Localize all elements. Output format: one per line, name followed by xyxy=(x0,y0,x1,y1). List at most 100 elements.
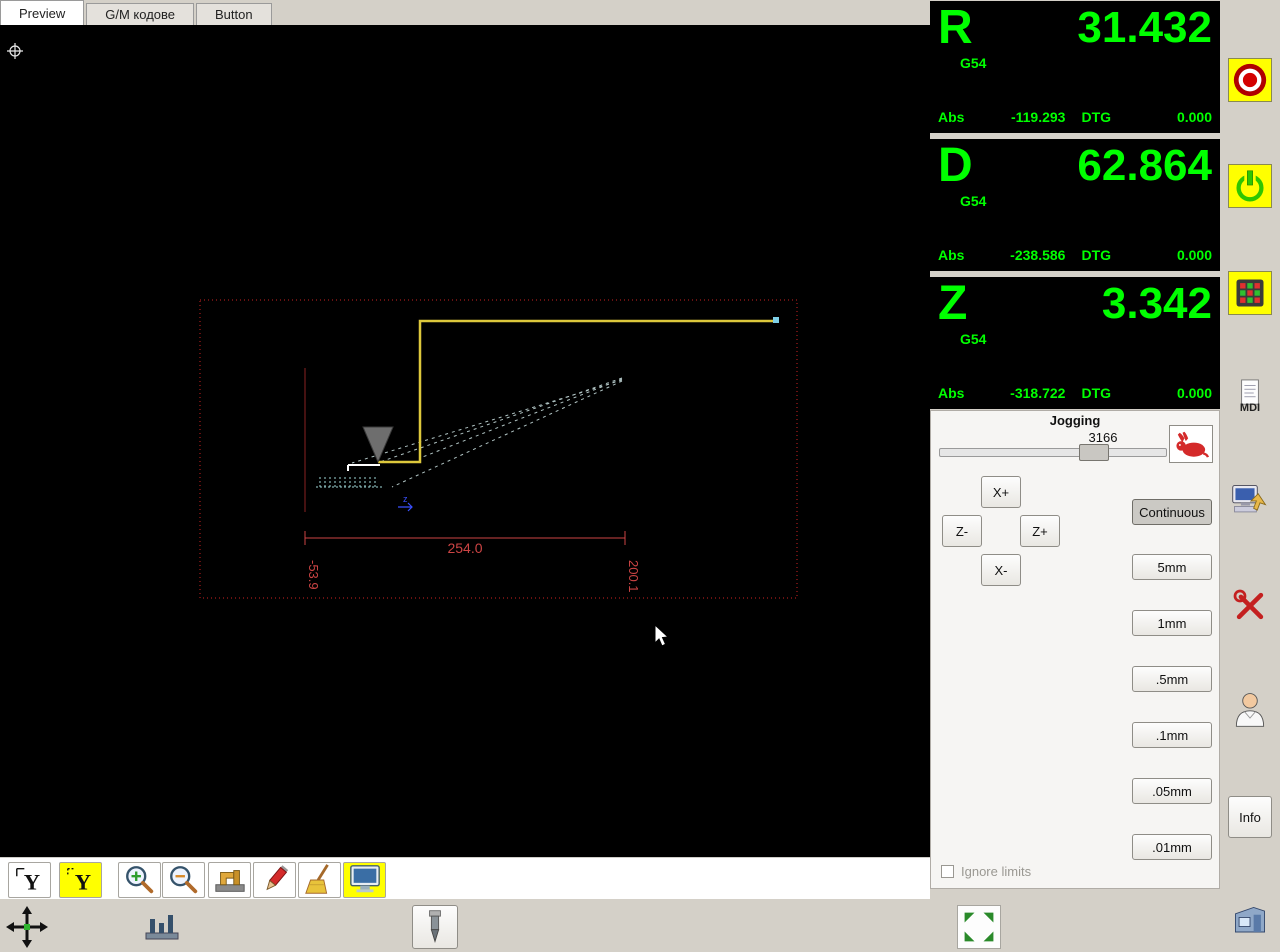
rabbit-icon xyxy=(1176,431,1210,458)
dimension-width-label: 254.0 xyxy=(447,540,482,556)
estop-icon xyxy=(1233,63,1267,97)
origin-crosshair-icon xyxy=(7,43,23,59)
zoom-out-icon xyxy=(169,866,197,894)
dim-y-active-icon: Y xyxy=(66,867,91,894)
fullscreen-button[interactable] xyxy=(957,905,1001,949)
mouse-cursor-icon xyxy=(654,623,670,647)
preview-toolbar: Y Y xyxy=(0,857,930,899)
dro-dtg-label: DTG xyxy=(1081,109,1112,125)
dimension-right-label: 200.1 xyxy=(626,560,641,593)
preview-canvas[interactable]: z 254.0 -53.9 200.1 xyxy=(0,25,930,857)
keypad-button[interactable] xyxy=(1228,271,1272,315)
info-button[interactable]: Info xyxy=(1228,796,1272,838)
ignore-limits-checkbox[interactable] xyxy=(941,865,954,878)
jog-speed-slider-handle[interactable] xyxy=(1079,444,1109,461)
mdi-label: MDI xyxy=(1239,401,1261,414)
tool-table-button[interactable] xyxy=(140,905,184,949)
jog-x-minus-button[interactable]: X- xyxy=(981,554,1021,586)
machine-power-button[interactable] xyxy=(1228,164,1272,208)
increment-05mm-button[interactable]: .5mm xyxy=(1132,666,1212,692)
tab-preview[interactable]: Preview xyxy=(0,0,85,25)
dro-dtg-value: 0.000 xyxy=(1176,109,1213,125)
svg-text:z: z xyxy=(403,494,408,504)
machine-view-button[interactable] xyxy=(1228,900,1272,944)
power-icon xyxy=(1236,170,1264,202)
increment-001mm-button[interactable]: .01mm xyxy=(1132,834,1212,860)
tool-pins-icon xyxy=(145,915,179,940)
dim-y-icon: Y xyxy=(15,867,40,894)
dro-abs-label: Abs xyxy=(938,247,965,263)
dro-axis-z: Z 3.342 G54 Abs -318.722 DTG 0.000 xyxy=(930,277,1220,409)
increment-005mm-button[interactable]: .05mm xyxy=(1132,778,1212,804)
spindle-tool-button[interactable] xyxy=(412,905,458,949)
touchscreen-icon xyxy=(1232,485,1267,513)
zoom-out-button[interactable] xyxy=(162,862,205,898)
jog-z-plus-button[interactable]: Z+ xyxy=(1020,515,1060,547)
machine-settings-button[interactable] xyxy=(1228,479,1272,523)
dimension-toggle-active-button[interactable]: Y xyxy=(59,862,102,898)
thread-hatch xyxy=(316,477,382,488)
dro-abs-label: Abs xyxy=(938,385,965,401)
jogging-panel: Jogging 3166 X+ Z- Z+ X- Continuous 5mm … xyxy=(930,410,1220,889)
toolpath-line xyxy=(378,319,777,464)
dro-axis-r: R 31.432 G54 Abs -119.293 DTG 0.000 xyxy=(930,1,1220,133)
dro-coord-system: G54 xyxy=(960,193,987,210)
increment-01mm-button[interactable]: .1mm xyxy=(1132,722,1212,748)
operator-icon xyxy=(1235,693,1265,727)
svg-text:Y: Y xyxy=(23,869,39,894)
dro-dtg-value: 0.000 xyxy=(1176,247,1213,263)
lathe-icon xyxy=(1235,906,1265,933)
tool-cone-icon xyxy=(362,426,394,464)
dro-letter: D xyxy=(938,139,973,192)
rapid-moves xyxy=(351,377,623,488)
dro-dtg-label: DTG xyxy=(1081,385,1112,401)
ignore-limits-checkbox-row: Ignore limits xyxy=(941,864,1031,879)
max-jog-speed-button[interactable] xyxy=(1169,425,1213,463)
dro-letter: R xyxy=(938,1,973,54)
axis-marker: z xyxy=(398,494,413,512)
jog-mode-button[interactable] xyxy=(5,905,49,949)
dro-abs-label: Abs xyxy=(938,109,965,125)
jog-z-minus-button[interactable]: Z- xyxy=(942,515,982,547)
jog-speed-slider[interactable] xyxy=(939,448,1167,457)
edit-button[interactable] xyxy=(253,862,296,898)
tools-icon xyxy=(1233,589,1264,620)
tab-button[interactable]: Button xyxy=(196,3,272,25)
operator-button[interactable] xyxy=(1228,687,1272,731)
view-mode-button[interactable] xyxy=(343,862,386,898)
estop-button[interactable] xyxy=(1228,58,1272,102)
dro-axis-d: D 62.864 G54 Abs -238.586 DTG 0.000 xyxy=(930,139,1220,271)
jog-x-plus-button[interactable]: X+ xyxy=(981,476,1021,508)
dro-dtg-label: DTG xyxy=(1081,247,1112,263)
dro-coord-system: G54 xyxy=(960,55,987,72)
increment-continuous-button[interactable]: Continuous xyxy=(1132,499,1212,525)
dro-value: 62.864 xyxy=(1077,141,1212,190)
increment-5mm-button[interactable]: 5mm xyxy=(1132,554,1212,580)
machine-limits-rect xyxy=(199,299,798,599)
dro-abs-value: -318.722 xyxy=(1010,385,1066,401)
keypad-icon xyxy=(1236,279,1264,307)
tab-gm-codes[interactable]: G/M кодове xyxy=(86,3,194,25)
dro-letter: Z xyxy=(938,277,968,330)
svg-text:Y: Y xyxy=(74,869,90,894)
dimension-toggle-button[interactable]: Y xyxy=(8,862,51,898)
tool-settings-button[interactable] xyxy=(1228,584,1272,628)
broom-icon xyxy=(304,864,329,894)
toolpath-endpoint xyxy=(773,317,779,323)
dro-coord-system: G54 xyxy=(960,331,987,348)
dro-abs-value: -238.586 xyxy=(1010,247,1066,263)
fullscreen-icon xyxy=(964,912,994,942)
clear-plot-button[interactable] xyxy=(298,862,341,898)
monitor-icon xyxy=(349,865,380,893)
dimension-left-label: -53.9 xyxy=(306,560,321,590)
tab-bar: Preview G/M кодове Button xyxy=(0,0,274,25)
spindle-tool-icon xyxy=(429,910,441,944)
clamp-button[interactable] xyxy=(208,862,251,898)
zoom-in-icon xyxy=(125,866,153,894)
dro-value: 31.432 xyxy=(1077,3,1212,52)
dro-dtg-value: 0.000 xyxy=(1176,385,1213,401)
zoom-in-button[interactable] xyxy=(118,862,161,898)
jog-axes-icon xyxy=(6,906,48,948)
increment-1mm-button[interactable]: 1mm xyxy=(1132,610,1212,636)
mdi-button[interactable]: MDI xyxy=(1228,374,1272,418)
